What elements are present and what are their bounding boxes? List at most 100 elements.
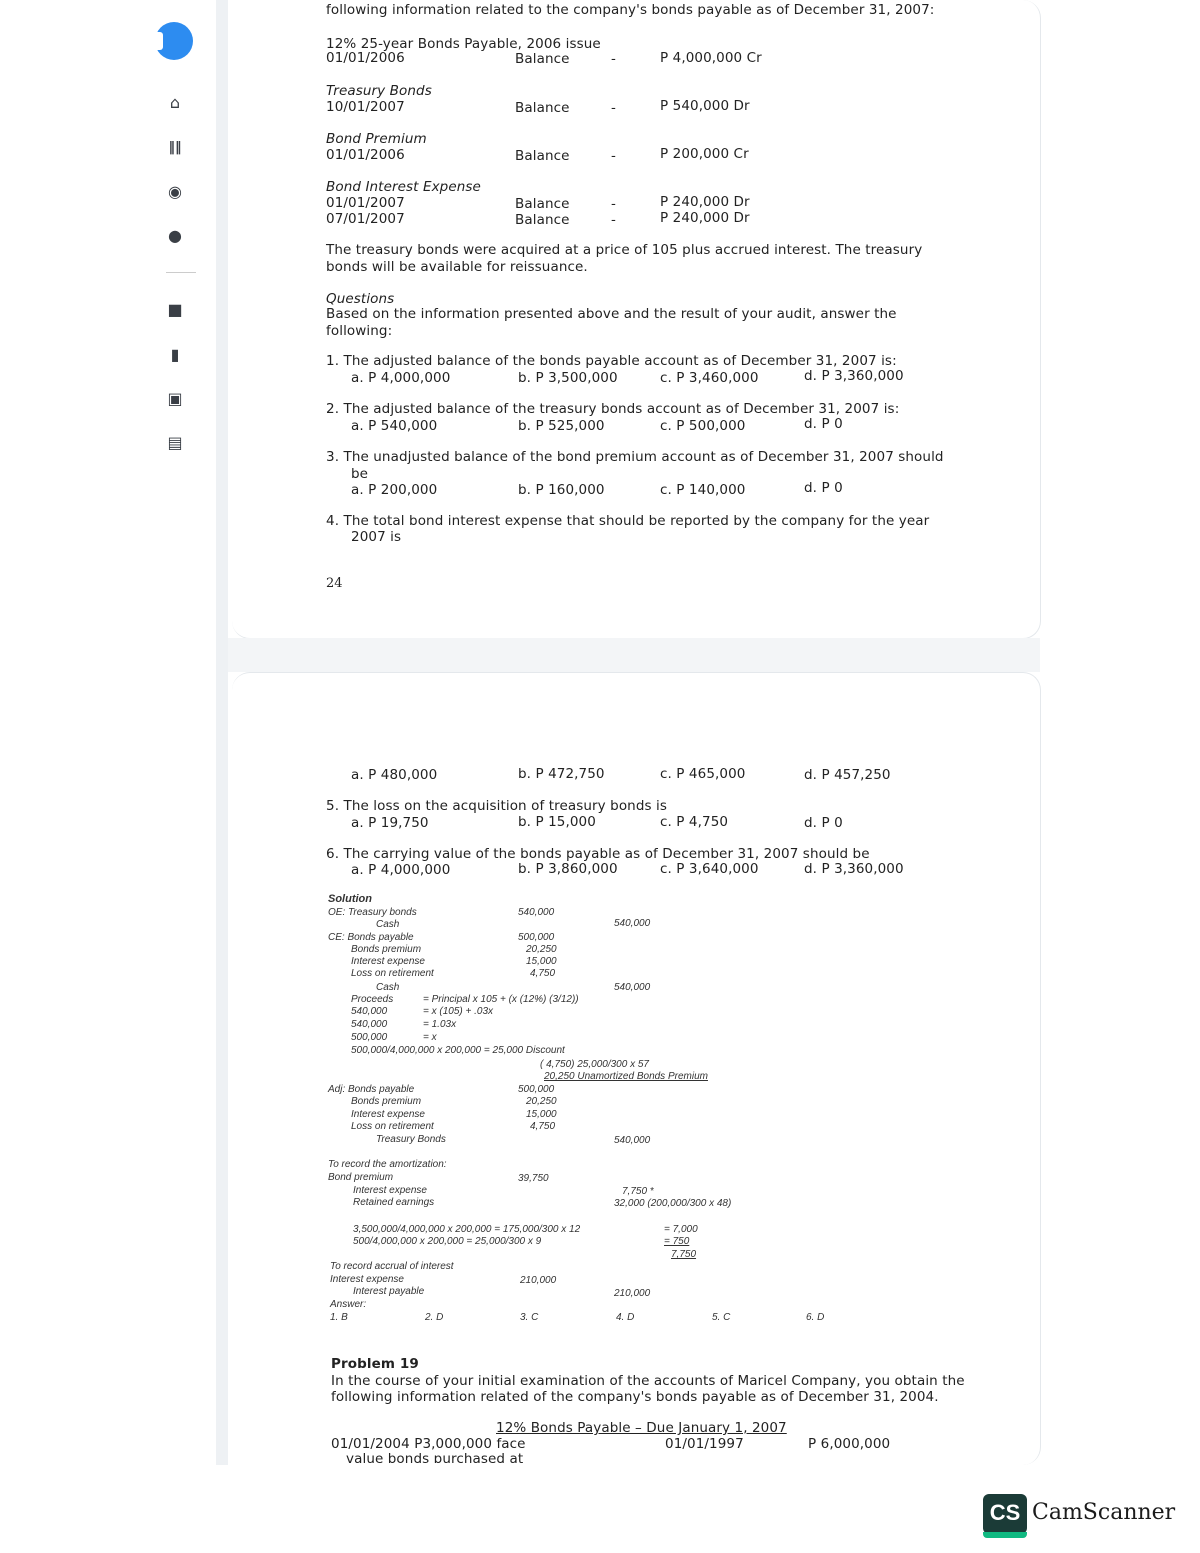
library-icon[interactable]: ‖‖ (166, 139, 184, 157)
ledger-row-1-debit: 01/01/2004 P3,000,000 face (331, 1436, 526, 1452)
q5-option-c: c. P 4,750 (660, 814, 729, 830)
am-retained-amount: 32,000 (200,000/300 x 48) (614, 1198, 732, 1209)
am-calc-total: 7,750 (671, 1249, 697, 1260)
book-icon[interactable]: ▮ (166, 346, 184, 364)
q4-option-d: d. P 457,250 (804, 767, 891, 783)
ce-bp-amount: 500,000 (518, 932, 555, 943)
amortization-heading: To record the amortization: (328, 1159, 447, 1170)
ce-loss: Loss on retirement (351, 968, 434, 979)
ce-cash-amount: 540,000 (614, 982, 651, 993)
list-icon[interactable]: ▤ (166, 434, 184, 452)
ledger-title: 12% Bonds Payable – Due January 1, 2007 (496, 1420, 787, 1436)
q3-option-d: d. P 0 (804, 480, 843, 496)
calc-3-label: 540,000 (351, 1019, 388, 1030)
oe-amount: 540,000 (518, 907, 555, 918)
dash: - (611, 212, 616, 228)
am-interest-amount: 7,750 * (622, 1186, 654, 1197)
q4-option-c: c. P 465,000 (660, 766, 746, 782)
questions-intro-2: following: (326, 323, 393, 339)
am-bond-premium-amount: 39,750 (518, 1173, 549, 1184)
oe-cash: Cash (376, 919, 400, 930)
calc-4-formula: = x (423, 1032, 437, 1043)
answer-3: 3. C (520, 1312, 539, 1323)
ce-interest-amount: 15,000 (526, 956, 557, 967)
adj-treasury: Treasury Bonds (376, 1134, 446, 1145)
q1-option-c: c. P 3,460,000 (660, 370, 759, 386)
ie-balance-2: Balance (515, 212, 570, 228)
treasury-note-line-2: bonds will be available for reissuance. (326, 259, 588, 275)
globe-icon[interactable]: ◉ (166, 183, 184, 201)
calc-discount: 500,000/4,000,000 x 200,000 = 25,000 Dis… (351, 1045, 565, 1056)
tb-balance-label: Balance (515, 100, 570, 116)
tag-icon[interactable]: ▣ (166, 390, 184, 408)
question-6: 6. The carrying value of the bonds payab… (326, 846, 870, 862)
adj-loss-amount: 4,750 (530, 1121, 556, 1132)
q5-option-d: d. P 0 (804, 815, 843, 831)
ledger-row-1-date: 01/01/1997 (665, 1436, 744, 1452)
pr-date: 01/01/2006 (326, 147, 405, 163)
am-calc-2-result: = 750 (664, 1236, 690, 1247)
ie-amount-1: P 240,000 Dr (660, 194, 750, 210)
pr-balance-label: Balance (515, 148, 570, 164)
acc-interest: Interest expense (330, 1274, 404, 1285)
question-5: 5. The loss on the acquisition of treasu… (326, 798, 668, 814)
ledger-row-1-amount: P 6,000,000 (808, 1436, 891, 1452)
answer-4: 4. D (616, 1312, 635, 1323)
solution-heading: Solution (328, 893, 372, 905)
q2-option-a: a. P 540,000 (351, 418, 438, 434)
interest-expense-title: Bond Interest Expense (326, 179, 481, 195)
tb-amount: P 540,000 Dr (660, 98, 750, 114)
acc-payable-amount: 210,000 (614, 1288, 651, 1299)
app-logo[interactable] (147, 22, 193, 60)
am-calc-1: 3,500,000/4,000,000 x 200,000 = 175,000/… (353, 1224, 581, 1235)
ce-interest: Interest expense (351, 956, 425, 967)
question-3-line-1: 3. The unadjusted balance of the bond pr… (326, 449, 944, 465)
treasury-bonds-title: Treasury Bonds (326, 83, 432, 99)
answer-heading: Answer: (330, 1299, 367, 1310)
calc-unamortized: 20,250 Unamortized Bonds Premium (544, 1071, 708, 1082)
calc-proceeds-formula: = Principal x 105 + (x (12%) (3/12)) (423, 994, 579, 1005)
ce-loss-amount: 4,750 (530, 968, 556, 979)
calc-2-formula: = x (105) + .03x (423, 1006, 494, 1017)
dash: - (611, 100, 616, 116)
bp-date: 01/01/2006 (326, 50, 405, 66)
q5-option-a: a. P 19,750 (351, 815, 429, 831)
question-4-line-1: 4. The total bond interest expense that … (326, 513, 930, 529)
ie-date-2: 07/01/2007 (326, 211, 405, 227)
adj-interest-amount: 15,000 (526, 1109, 557, 1120)
oe-cash-amount: 540,000 (614, 918, 651, 929)
ce-premium: Bonds premium (351, 944, 422, 955)
question-3-line-2: be (351, 466, 369, 482)
am-retained: Retained earnings (353, 1197, 435, 1208)
page-gutter (216, 0, 228, 1465)
intro-text: following information related to the com… (326, 2, 935, 18)
q4-option-b: b. P 472,750 (518, 766, 605, 782)
q3-option-b: b. P 160,000 (518, 482, 605, 498)
answer-6: 6. D (806, 1312, 825, 1323)
calc-proceeds-label: Proceeds (351, 994, 394, 1005)
ce-premium-amount: 20,250 (526, 944, 557, 955)
clock-icon[interactable]: ● (166, 227, 184, 245)
camscanner-name: CamScanner (1032, 1500, 1176, 1525)
am-calc-1-result: = 7,000 (664, 1224, 698, 1235)
bond-premium-title: Bond Premium (326, 131, 427, 147)
q1-option-b: b. P 3,500,000 (518, 370, 618, 386)
am-bond-premium: Bond premium (328, 1172, 394, 1183)
ce-entry: CE: Bonds payable (328, 932, 414, 943)
problem-19-line-2: following information related of the com… (331, 1389, 939, 1405)
folder-icon[interactable]: ■ (166, 301, 184, 319)
ie-date-1: 01/01/2007 (326, 195, 405, 211)
am-calc-2: 500/4,000,000 x 200,000 = 25,000/300 x 9 (353, 1236, 542, 1247)
q2-option-c: c. P 500,000 (660, 418, 746, 434)
question-2: 2. The adjusted balance of the treasury … (326, 401, 900, 417)
calc-amortized: ( 4,750) 25,000/300 x 57 (540, 1059, 649, 1070)
q6-option-d: d. P 3,360,000 (804, 861, 904, 877)
adj-premium: Bonds premium (351, 1096, 422, 1107)
acc-payable: Interest payable (353, 1286, 425, 1297)
q1-option-a: a. P 4,000,000 (351, 370, 451, 386)
answer-5: 5. C (712, 1312, 731, 1323)
home-icon[interactable]: ⌂ (166, 94, 184, 112)
answer-1: 1. B (330, 1312, 348, 1323)
calc-2-label: 540,000 (351, 1006, 388, 1017)
am-interest: Interest expense (353, 1185, 427, 1196)
